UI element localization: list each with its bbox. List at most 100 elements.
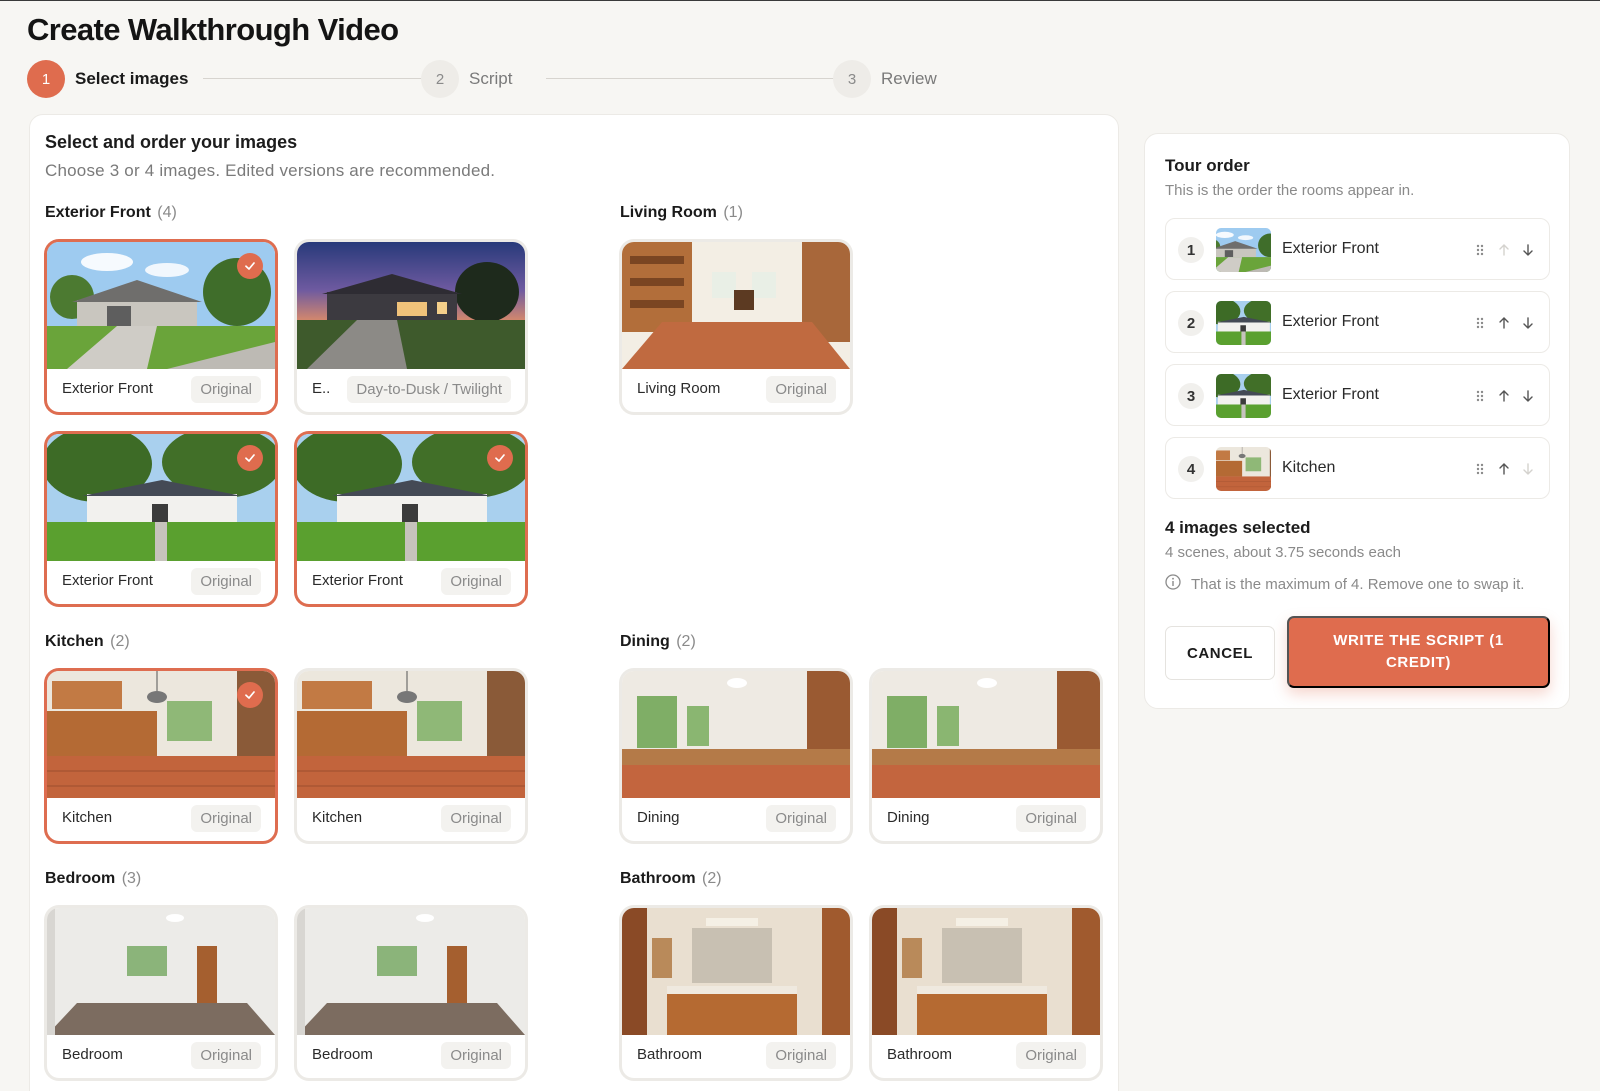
- card-caption: Dining: [887, 809, 930, 826]
- step-script[interactable]: 2 Script: [421, 60, 512, 98]
- order-thumbnail: [1216, 301, 1271, 345]
- version-badge: Original: [766, 805, 836, 832]
- drag-handle-icon[interactable]: [1471, 312, 1489, 334]
- image-selection-panel: Select and order your images Choose 3 or…: [29, 114, 1119, 1091]
- group-title-bathroom: Bathroom (2): [620, 870, 722, 887]
- check-icon: [487, 445, 513, 471]
- image-card[interactable]: E.. Day-to-Dusk / Twilight: [297, 242, 525, 412]
- group-title-exterior-front: Exterior Front (4): [45, 204, 177, 221]
- step-label: Select images: [75, 69, 189, 88]
- stepper: 1 Select images 2 Script 3 Review: [27, 60, 947, 98]
- card-photo: [622, 908, 850, 1035]
- tour-order-panel: Tour order This is the order the rooms a…: [1144, 133, 1570, 709]
- image-card[interactable]: Exterior Front Original: [297, 434, 525, 604]
- image-card[interactable]: Living Room Original: [622, 242, 850, 412]
- card-photo: [47, 908, 275, 1035]
- move-up-icon[interactable]: [1495, 239, 1513, 261]
- selected-count-title: 4 images selected: [1165, 518, 1311, 537]
- image-card[interactable]: Exterior Front Original: [47, 434, 275, 604]
- card-caption: Kitchen: [312, 809, 363, 826]
- panel-title: Select and order your images: [45, 132, 298, 152]
- tour-order-title: Tour order: [1165, 156, 1250, 175]
- step-number: 2: [421, 60, 459, 98]
- tour-order-subtitle: This is the order the rooms appear in.: [1165, 182, 1415, 199]
- card-caption: Bathroom: [887, 1046, 953, 1063]
- group-title-bedroom: Bedroom (3): [45, 870, 142, 887]
- group-title-living-room: Living Room (1): [620, 204, 743, 221]
- version-badge: Original: [191, 805, 261, 832]
- move-up-icon[interactable]: [1495, 312, 1513, 334]
- tour-order-item[interactable]: 2 Exterior Front: [1165, 291, 1550, 353]
- tour-order-item[interactable]: 3 Exterior Front: [1165, 364, 1550, 426]
- version-badge: Original: [1016, 1042, 1086, 1069]
- image-card[interactable]: Kitchen Original: [297, 671, 525, 841]
- card-photo: [622, 671, 850, 798]
- step-number: 1: [27, 60, 65, 98]
- card-caption: Kitchen: [62, 809, 113, 826]
- photo-exterior-trees: [1216, 374, 1271, 418]
- order-room-label: Exterior Front: [1282, 386, 1379, 403]
- write-script-button[interactable]: WRITE THE SCRIPT (1 CREDIT): [1287, 616, 1550, 688]
- version-badge: Original: [191, 1042, 261, 1069]
- card-caption: Exterior Front: [312, 572, 403, 589]
- order-thumbnail: [1216, 374, 1271, 418]
- card-caption: Dining: [637, 809, 680, 826]
- drag-handle-icon[interactable]: [1471, 458, 1489, 480]
- move-down-icon[interactable]: [1519, 458, 1537, 480]
- tour-order-item[interactable]: 4 Kitchen: [1165, 437, 1550, 499]
- version-badge: Original: [441, 805, 511, 832]
- version-badge: Original: [1016, 805, 1086, 832]
- card-caption: Living Room: [637, 380, 721, 397]
- image-card[interactable]: Bathroom Original: [872, 908, 1100, 1078]
- cancel-button[interactable]: CANCEL: [1165, 626, 1275, 680]
- group-title-kitchen: Kitchen (2): [45, 633, 130, 650]
- version-badge: Original: [191, 568, 261, 595]
- image-card[interactable]: Bathroom Original: [622, 908, 850, 1078]
- drag-handle-icon[interactable]: [1471, 239, 1489, 261]
- move-down-icon[interactable]: [1519, 385, 1537, 407]
- step-label: Review: [881, 69, 937, 88]
- card-photo: [622, 242, 850, 369]
- move-down-icon[interactable]: [1519, 239, 1537, 261]
- photo-bedroom: [47, 908, 275, 1035]
- photo-living-room: [622, 242, 850, 369]
- move-down-icon[interactable]: [1519, 312, 1537, 334]
- image-card[interactable]: Dining Original: [622, 671, 850, 841]
- tour-order-item[interactable]: 1 Exterior Front: [1165, 218, 1550, 280]
- photo-kitchen: [297, 671, 525, 798]
- order-thumbnail: [1216, 228, 1271, 272]
- image-card[interactable]: Bedroom Original: [297, 908, 525, 1078]
- photo-bathroom: [622, 908, 850, 1035]
- photo-dining: [872, 671, 1100, 798]
- step-review[interactable]: 3 Review: [833, 60, 937, 98]
- check-icon: [237, 445, 263, 471]
- image-card[interactable]: Dining Original: [872, 671, 1100, 841]
- version-badge: Original: [766, 1042, 836, 1069]
- card-caption: Exterior Front: [62, 572, 153, 589]
- move-up-icon[interactable]: [1495, 385, 1513, 407]
- photo-kitchen: [1216, 447, 1271, 491]
- step-select-images[interactable]: 1 Select images: [27, 60, 188, 98]
- info-icon: [1165, 574, 1181, 594]
- group-title-dining: Dining (2): [620, 633, 696, 650]
- window-top-border: [0, 0, 1600, 1]
- order-room-label: Exterior Front: [1282, 240, 1379, 257]
- image-card[interactable]: Exterior Front Original: [47, 242, 275, 412]
- order-thumbnail: [1216, 447, 1271, 491]
- check-icon: [237, 253, 263, 279]
- photo-exterior-dusk: [297, 242, 525, 369]
- card-caption: Bathroom: [637, 1046, 703, 1063]
- image-card[interactable]: Kitchen Original: [47, 671, 275, 841]
- version-badge: Original: [191, 376, 261, 403]
- step-label: Script: [469, 69, 513, 88]
- move-up-icon[interactable]: [1495, 458, 1513, 480]
- card-photo: [297, 671, 525, 798]
- max-notice: That is the maximum of 4. Remove one to …: [1165, 574, 1524, 594]
- version-badge: Original: [766, 376, 836, 403]
- card-photo: [872, 671, 1100, 798]
- image-card[interactable]: Bedroom Original: [47, 908, 275, 1078]
- card-photo: [872, 908, 1100, 1035]
- version-badge: Day-to-Dusk / Twilight: [347, 376, 511, 403]
- drag-handle-icon[interactable]: [1471, 385, 1489, 407]
- version-badge: Original: [441, 568, 511, 595]
